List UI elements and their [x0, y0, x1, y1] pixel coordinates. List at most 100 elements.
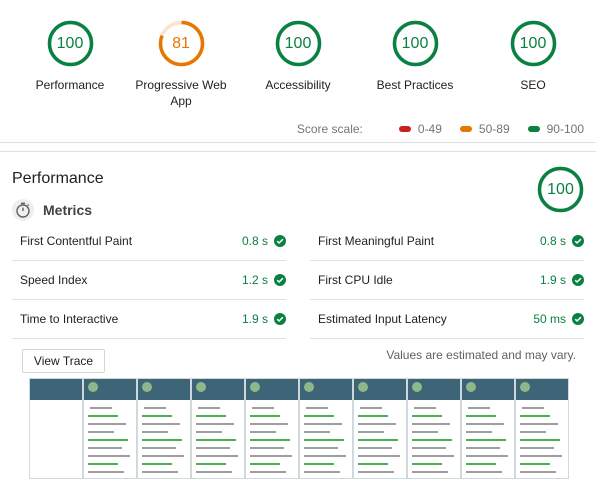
category-score: 100: [547, 181, 574, 198]
pass-swatch-icon: [527, 126, 540, 132]
frame-text-line: [520, 415, 550, 417]
filmstrip-frame: [245, 378, 299, 479]
gauge-accessibility[interactable]: 100 Accessibility: [238, 20, 358, 93]
metric-speed-index: Speed Index 1.2 s: [12, 261, 286, 300]
scale-range-average: 50-89: [459, 122, 510, 136]
score-scale: Score scale: 0-49 50-89 90-100: [297, 122, 584, 136]
metric-label: First Meaningful Paint: [318, 234, 435, 248]
gauge-score: 100: [284, 35, 312, 52]
pass-check-icon: [572, 235, 584, 247]
score-ring: 100: [47, 20, 94, 67]
frame-text-line: [412, 463, 442, 465]
gauge-label: Progressive Web App: [135, 78, 227, 108]
frame-text-line: [412, 455, 454, 457]
frame-text-line: [196, 447, 230, 449]
metric-label: Time to Interactive: [20, 312, 119, 326]
frame-text-line: [142, 463, 172, 465]
gauge-best-practices[interactable]: 100 Best Practices: [355, 20, 475, 93]
pass-check-icon: [274, 235, 286, 247]
frame-text-line: [88, 431, 114, 433]
score-ring: 100: [275, 20, 322, 67]
frame-text-line: [142, 439, 182, 441]
category-gauges: 100 Performance 81 Progressive Web App 1…: [0, 0, 596, 142]
screenshot-filmstrip: [29, 378, 569, 479]
frame-text-line: [152, 407, 166, 409]
metric-value: 0.8 s: [241, 234, 268, 248]
frame-text-line: [412, 471, 448, 473]
frame-text-line: [142, 431, 168, 433]
frame-text-line: [250, 463, 280, 465]
frame-text-line: [304, 455, 346, 457]
frame-text-line: [304, 463, 334, 465]
frame-text-line: [88, 471, 124, 473]
metric-estimated-input-latency: Estimated Input Latency 50 ms: [310, 300, 584, 339]
frame-text-line: [422, 407, 436, 409]
frame-text-line: [88, 439, 128, 441]
gauge-score: 100: [519, 35, 547, 52]
gauge-pwa[interactable]: 81 Progressive Web App: [121, 20, 241, 109]
filmstrip-frame: [353, 378, 407, 479]
gauge-score: 81: [172, 35, 190, 52]
frame-text-line: [142, 455, 184, 457]
frame-text-line: [304, 415, 334, 417]
filmstrip-frame: [299, 378, 353, 479]
frame-text-line: [250, 415, 280, 417]
frame-text-line: [250, 423, 288, 425]
frame-text-line: [196, 471, 232, 473]
frame-text-line: [358, 431, 384, 433]
scale-range-label: 50-89: [478, 122, 510, 136]
frame-text-line: [520, 439, 560, 441]
frame-text-line: [196, 439, 236, 441]
section-divider: [0, 151, 596, 152]
gauge-label: Performance: [35, 78, 105, 92]
frame-avatar: [358, 382, 368, 392]
stopwatch-icon: [12, 199, 34, 221]
frame-text-line: [358, 455, 400, 457]
metric-label: Speed Index: [20, 273, 88, 287]
frame-text-line: [466, 471, 502, 473]
filmstrip-frame: [515, 378, 569, 479]
frame-text-line: [250, 455, 292, 457]
filmstrip-frame: [137, 378, 191, 479]
frame-text-line: [412, 415, 442, 417]
score-ring: 81: [158, 20, 205, 67]
frame-text-line: [466, 415, 496, 417]
metric-first-meaningful-paint: First Meaningful Paint 0.8 s: [310, 222, 584, 261]
gauge-label: Accessibility: [265, 78, 331, 92]
frame-text-line: [466, 439, 506, 441]
frame-text-line: [358, 415, 388, 417]
section-divider: [0, 142, 596, 143]
metric-value: 1.9 s: [241, 312, 268, 326]
fail-swatch-icon: [398, 126, 411, 132]
frame-text-line: [196, 455, 238, 457]
frame-text-line: [520, 423, 558, 425]
frame-text-line: [520, 455, 562, 457]
frame-text-line: [88, 463, 118, 465]
gauge-seo[interactable]: 100 SEO: [473, 20, 593, 93]
frame-text-line: [142, 471, 178, 473]
metric-first-cpu-idle: First CPU Idle 1.9 s: [310, 261, 584, 300]
frame-text-line: [520, 471, 556, 473]
frame-avatar: [142, 382, 152, 392]
metric-value: 50 ms: [533, 312, 566, 326]
metric-time-to-interactive: Time to Interactive 1.9 s: [12, 300, 286, 339]
frame-header: [30, 379, 82, 400]
frame-avatar: [196, 382, 206, 392]
frame-text-line: [196, 423, 234, 425]
gauge-score: 100: [401, 35, 429, 52]
filmstrip-frame: [407, 378, 461, 479]
metric-value: 0.8 s: [539, 234, 566, 248]
estimate-note: Values are estimated and may vary.: [386, 348, 576, 362]
frame-text-line: [304, 471, 340, 473]
frame-text-line: [304, 431, 330, 433]
frame-text-line: [88, 447, 122, 449]
frame-text-line: [250, 447, 284, 449]
gauge-performance[interactable]: 100 Performance: [10, 20, 130, 93]
frame-text-line: [196, 463, 226, 465]
pass-check-icon: [274, 313, 286, 325]
frame-text-line: [358, 447, 392, 449]
view-trace-button[interactable]: View Trace: [22, 349, 105, 373]
frame-text-line: [142, 415, 172, 417]
frame-text-line: [412, 423, 450, 425]
filmstrip-frame: [83, 378, 137, 479]
